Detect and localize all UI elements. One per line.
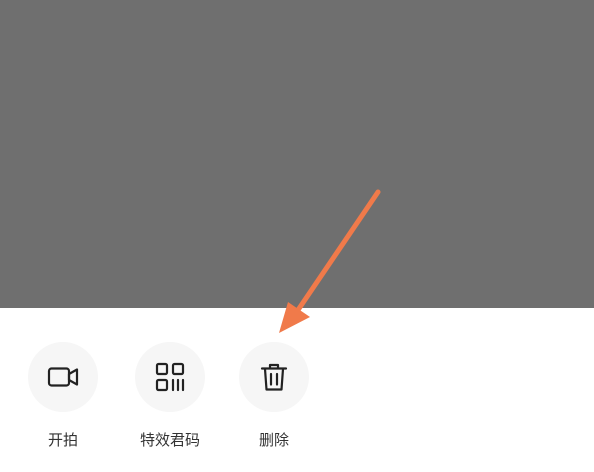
shoot-label: 开拍 [47, 431, 78, 449]
qr-code-icon [155, 362, 185, 392]
effect-code-icon-circle[interactable] [135, 342, 205, 412]
effect-code-label: 特效君码 [139, 431, 200, 449]
effect-code-button[interactable]: 特效君码 [115, 342, 225, 462]
shoot-icon-circle[interactable] [28, 342, 98, 412]
screen: 开拍 特效君码 删除 [0, 0, 594, 472]
delete-label: 删除 [258, 431, 289, 449]
dim-overlay[interactable] [0, 0, 594, 308]
video-camera-icon [47, 367, 79, 387]
delete-button[interactable]: 删除 [219, 342, 329, 462]
trash-icon [260, 363, 288, 391]
delete-icon-circle[interactable] [239, 342, 309, 412]
shoot-button[interactable]: 开拍 [8, 342, 118, 462]
bottom-action-sheet: 开拍 特效君码 删除 [0, 308, 594, 472]
